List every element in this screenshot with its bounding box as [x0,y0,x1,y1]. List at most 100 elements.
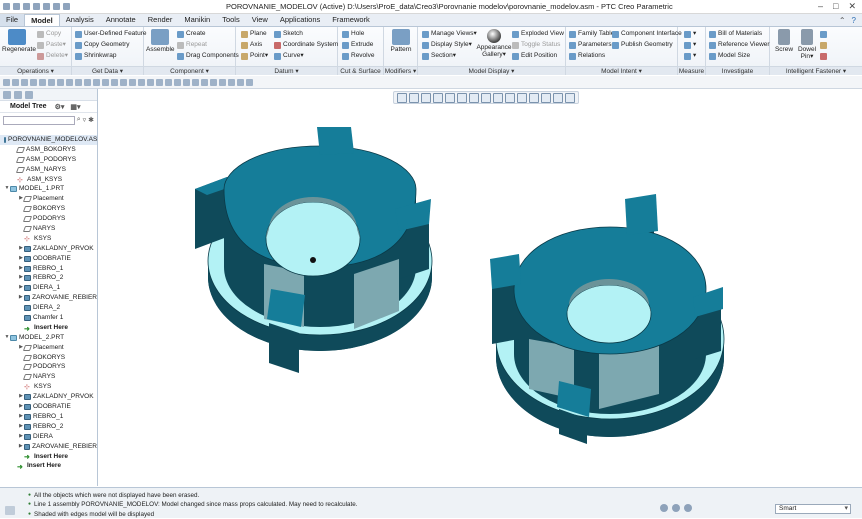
appearance-gallery-button[interactable]: Appearance Gallery▾ [476,29,512,58]
display-style-icon[interactable] [445,93,455,103]
udf-button[interactable]: User-Defined Feature [75,29,147,39]
tab-model[interactable]: Model [24,14,60,26]
tree-item[interactable]: ⊹ KSYS [0,234,97,244]
sketch-button[interactable]: Sketch [274,29,303,39]
tree-item[interactable]: ▶ ODOBRATIE [0,254,97,264]
expand-toggle-icon[interactable]: ▶ [18,442,24,452]
axis-display-icon[interactable] [541,93,551,103]
tree-item[interactable]: ▶ Placement [0,343,97,353]
extrude-button[interactable]: Extrude [342,40,373,50]
tree-item[interactable]: Chamfer 1 [0,313,97,323]
fastener-brush-icon[interactable] [820,40,829,50]
parameters-button[interactable]: Parameters [569,40,612,50]
annotation-display-icon[interactable] [505,93,515,103]
find-icon[interactable] [672,504,680,512]
copy-button[interactable]: Copy [37,29,61,39]
navigator-tabs[interactable] [0,89,97,101]
tree-item[interactable]: NARYS [0,224,97,234]
coordinate-system-button[interactable]: Coordinate System [274,40,338,50]
display-style-button[interactable]: Display Style ▾ [422,40,472,50]
regenerate-button[interactable]: Regenerate [2,29,36,53]
model-size-button[interactable]: Model Size [709,51,750,61]
saved-orientations-icon[interactable] [457,93,467,103]
quick-access-toolbar[interactable] [0,3,220,10]
measure-button[interactable]: ▾ [684,29,696,39]
tree-item[interactable]: ▶ DIERA [0,432,97,442]
tree-item[interactable]: ▼ MODEL_2.PRT [0,333,97,343]
tree-filter-icon[interactable]: ▦▾ [70,103,80,111]
tree-item[interactable]: BOKORYS [0,204,97,214]
tree-item[interactable]: ▶ ZAKLADNY_PRVOK [0,392,97,402]
zoom-in-icon[interactable] [409,93,419,103]
publish-geometry-button[interactable]: Publish Geometry [612,40,673,50]
tree-settings-icon[interactable]: ⚙▾ [55,103,65,111]
tree-item[interactable]: ▶ REBRO_1 [0,264,97,274]
exploded-view-button[interactable]: Exploded View [512,29,564,39]
tree-item[interactable]: ▶ REBRO_2 [0,422,97,432]
tab-annotate[interactable]: Annotate [100,14,142,26]
section-button[interactable]: Section ▾ [422,51,456,61]
tab-manikin[interactable]: Manikin [178,14,216,26]
model-1-part[interactable] [195,127,433,373]
perspective-icon[interactable] [481,93,491,103]
point-button[interactable]: Point ▾ [241,51,268,61]
tree-item[interactable]: ➜ Insert Here [0,452,97,462]
view-manager-icon[interactable] [469,93,479,103]
graphics-toolbar-row[interactable] [0,76,862,89]
curve-button[interactable]: Curve ▾ [274,51,304,61]
screw-button[interactable]: Screw [773,29,795,53]
toggle-status-button[interactable]: Toggle Status [512,40,560,50]
expand-toggle-icon[interactable]: ▶ [18,293,24,303]
plane-button[interactable]: Plane [241,29,267,39]
paste-button[interactable]: Paste ▾ [37,40,66,50]
funnel-icon[interactable]: ▿ [83,116,87,124]
tree-item[interactable]: ▶ ODOBRATIE [0,402,97,412]
tab-applications[interactable]: Applications [274,14,326,26]
tree-item[interactable]: DIERA_2 [0,303,97,313]
measure-analysis-button[interactable]: ▾ [684,40,696,50]
tree-item[interactable]: ▶ ZAROVANIE_REBIER [0,442,97,452]
assemble-button[interactable]: Assemble [146,29,175,53]
measure-extra-button[interactable]: ▾ [684,51,696,61]
tab-file[interactable]: File [0,14,25,26]
tree-item[interactable]: ⊹ KSYS [0,382,97,392]
help-icon[interactable]: ? [852,16,856,25]
family-table-button[interactable]: Family Table [569,29,614,39]
graphics-area[interactable] [99,89,862,486]
zoom-out-icon[interactable] [421,93,431,103]
manage-views-button[interactable]: Manage Views ▾ [422,29,477,39]
repaint-icon[interactable] [433,93,443,103]
tree-item[interactable]: PODORYS [0,214,97,224]
selection-filter[interactable]: Smart [775,504,851,514]
create-button[interactable]: Create [177,29,206,39]
ribbon-minimize-icon[interactable]: ⌃ [839,16,846,25]
tree-item[interactable]: ➜ Insert Here [0,323,97,333]
copy-geometry-button[interactable]: Copy Geometry [75,40,130,50]
refit-icon[interactable] [397,93,407,103]
tree-item[interactable]: ▶ ZAKLADNY_PRVOK [0,244,97,254]
message-log-icon[interactable] [5,506,15,515]
bill-of-materials-button[interactable]: Bill of Materials [709,29,762,39]
relations-button[interactable]: Relations [569,51,605,61]
dowel-pin-button[interactable]: Dowel Pin▾ [796,29,818,60]
tree-item[interactable]: ASM_PODORYS [0,155,97,165]
tab-tools[interactable]: Tools [216,14,246,26]
tree-item[interactable]: ASM_NARYS [0,165,97,175]
regen-status-icon[interactable] [660,504,668,512]
tree-item[interactable]: BOKORYS [0,353,97,363]
hole-button[interactable]: Hole [342,29,364,39]
selection-icon[interactable] [684,504,692,512]
tab-analysis[interactable]: Analysis [60,14,100,26]
close-icon[interactable]: ✕ [848,1,856,12]
spin-center-icon[interactable] [517,93,527,103]
revolve-button[interactable]: Revolve [342,51,374,61]
tree-item[interactable]: ➜ Insert Here [0,461,97,471]
tree-item[interactable]: ASM_BOKORYS [0,145,97,155]
minimize-icon[interactable]: – [818,1,823,12]
csys-display-icon[interactable] [529,93,539,103]
fastener-delete-icon[interactable] [820,51,829,61]
tree-item[interactable]: ▶ Placement [0,194,97,204]
tree-item[interactable]: ▶ DIERA_1 [0,283,97,293]
tab-view[interactable]: View [246,14,274,26]
tree-item[interactable]: ▶ ZAROVANIE_REBIER [0,293,97,303]
